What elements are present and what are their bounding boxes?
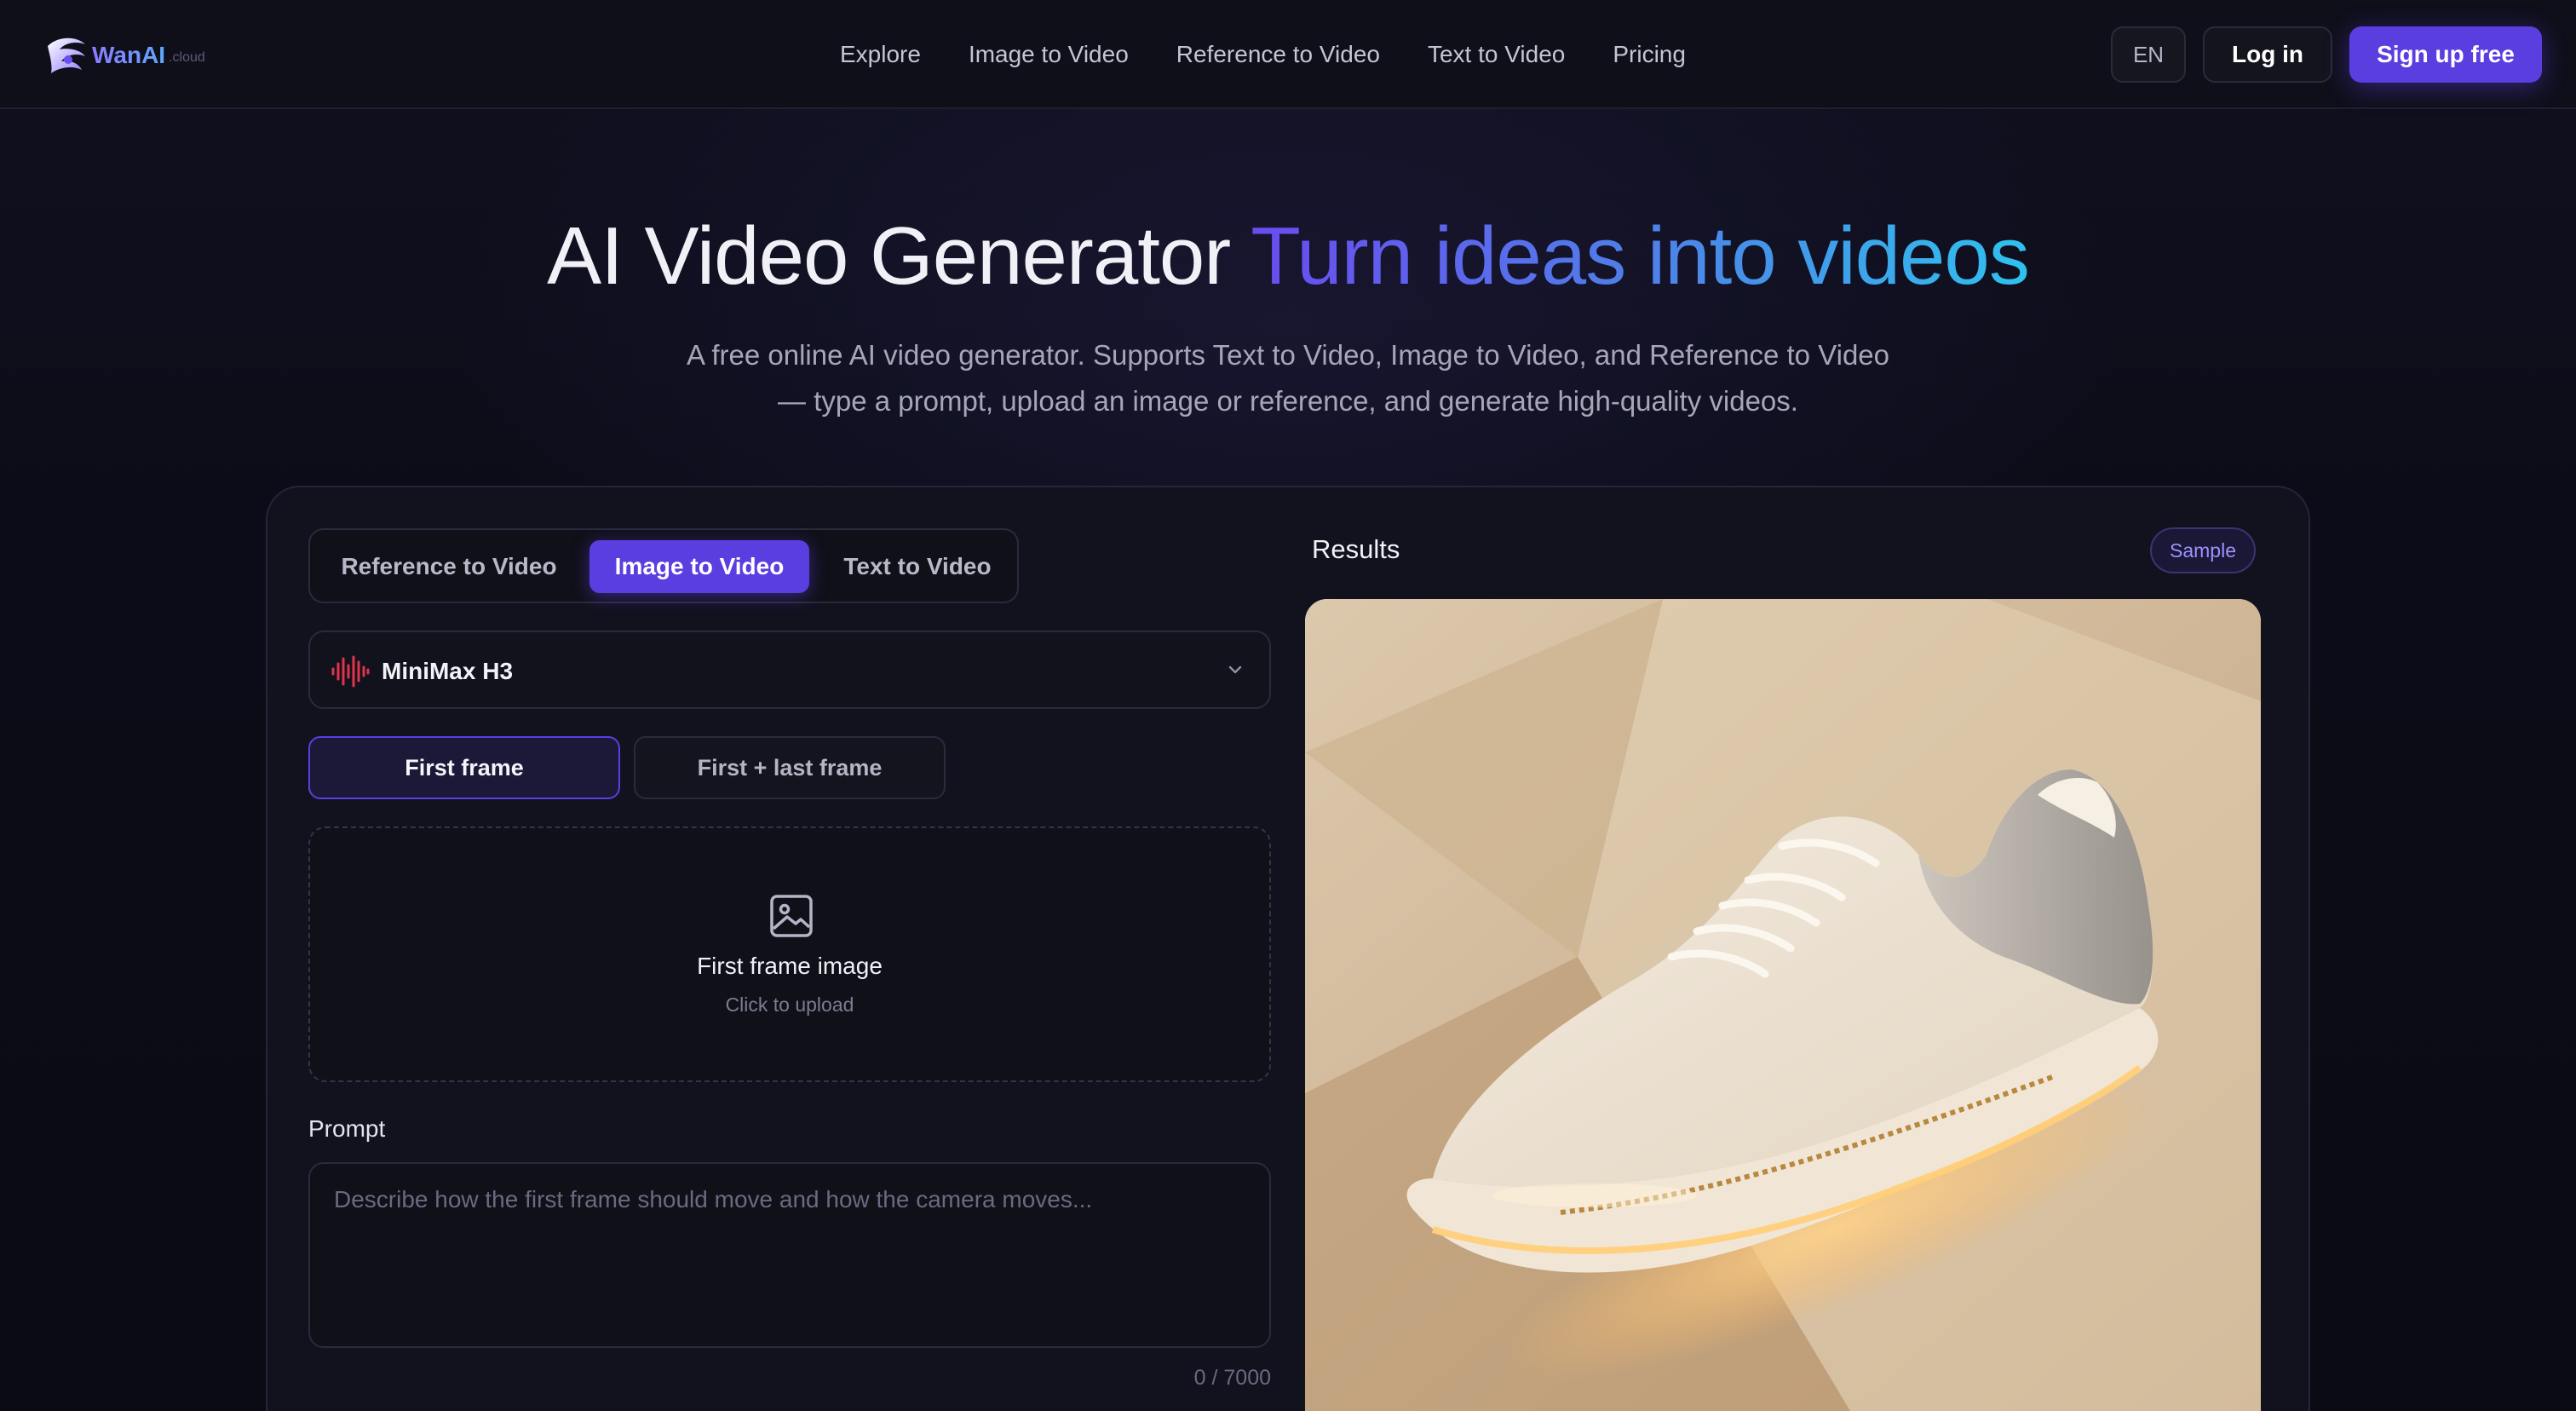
brand-logo[interactable]: WanAI .cloud	[43, 34, 205, 77]
upload-title: First frame image	[697, 953, 883, 979]
top-navbar: WanAI .cloud Explore Image to Video Refe…	[0, 0, 2576, 109]
prompt-label: Prompt	[308, 1115, 386, 1142]
nav-link-image-to-video[interactable]: Image to Video	[969, 37, 1129, 72]
nav-link-reference-to-video[interactable]: Reference to Video	[1176, 37, 1380, 72]
hero-subtitle-line2: — type a prompt, upload an image or refe…	[778, 385, 1798, 417]
upload-hint: Click to upload	[725, 993, 854, 1016]
result-preview-image[interactable]	[1305, 599, 2261, 1411]
hero-subtitle-line1: A free online AI video generator. Suppor…	[686, 339, 1890, 371]
hero-title-plain: AI Video Generator	[547, 210, 1231, 302]
first-frame-button[interactable]: First frame	[308, 736, 620, 799]
hero-title: AI Video Generator Turn ideas into video…	[0, 210, 2576, 303]
tab-image-to-video[interactable]: Image to Video	[589, 540, 809, 593]
login-button[interactable]: Log in	[2203, 26, 2332, 83]
nav-link-pricing[interactable]: Pricing	[1613, 37, 1686, 72]
mode-tabs: Reference to Video Image to Video Text t…	[308, 528, 1019, 603]
image-icon	[768, 893, 814, 939]
model-select[interactable]: MiniMax H3	[308, 631, 1271, 709]
prompt-char-counter: 0 / 7000	[1193, 1366, 1271, 1390]
first-frame-upload[interactable]: First frame image Click to upload	[308, 826, 1271, 1082]
chevron-down-icon	[1223, 658, 1247, 682]
hero-subtitle: A free online AI video generator. Suppor…	[607, 332, 1969, 424]
brand-name: WanAI	[92, 42, 166, 68]
logo-icon	[43, 34, 89, 77]
nav-link-explore[interactable]: Explore	[840, 37, 921, 72]
results-heading: Results	[1312, 534, 1400, 564]
signup-button[interactable]: Sign up free	[2349, 26, 2542, 83]
tab-text-to-video[interactable]: Text to Video	[818, 540, 1017, 593]
sample-badge: Sample	[2150, 527, 2256, 573]
tab-reference-to-video[interactable]: Reference to Video	[325, 540, 572, 593]
first-last-frame-button[interactable]: First + last frame	[634, 736, 946, 799]
sneaker-image	[1305, 599, 2261, 1411]
hero-title-gradient: Turn ideas into videos	[1251, 210, 2030, 302]
model-name: MiniMax H3	[382, 658, 514, 684]
brand-suffix: .cloud	[169, 50, 205, 65]
language-button[interactable]: EN	[2111, 26, 2186, 83]
nav-links: Explore Image to Video Reference to Vide…	[840, 37, 1686, 72]
prompt-input[interactable]	[308, 1162, 1271, 1348]
nav-link-text-to-video[interactable]: Text to Video	[1428, 37, 1565, 72]
waveform-icon	[331, 654, 370, 688]
